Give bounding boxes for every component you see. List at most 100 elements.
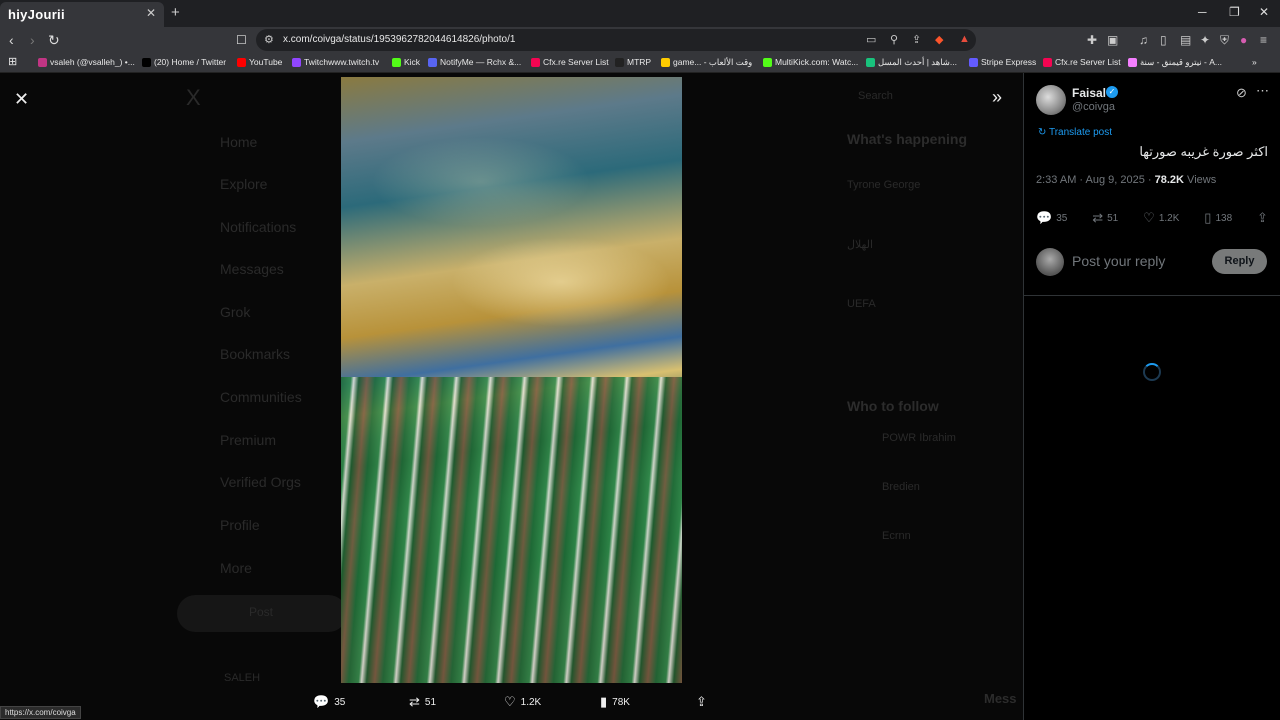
wallet-icon[interactable]: ▤ [1180, 33, 1191, 47]
bookmark-item[interactable]: game... - وقت الألعاب [661, 57, 752, 68]
reply-count: 35 [1056, 212, 1068, 224]
bookmark-favicon-icon [38, 57, 47, 67]
bookmark-item[interactable]: Twitchwww.twitch.tv [292, 57, 379, 67]
bg-nav-notifications: Notifications [220, 219, 297, 235]
bg-nav-communities: Communities [220, 389, 302, 405]
author-handle[interactable]: @coivga [1072, 101, 1115, 113]
grok-icon[interactable]: ⊘ [1236, 85, 1247, 101]
brave-shield-icon[interactable]: ◆ [935, 33, 943, 46]
media-repost-button[interactable]: ⇄ 51 [409, 693, 436, 711]
bookmark-item[interactable]: نيترو قيمنق - سنة - A... [1128, 57, 1222, 68]
back-icon[interactable]: ‹ [9, 32, 14, 48]
bookmark-item[interactable]: MTRP [615, 57, 651, 67]
bookmark-item[interactable]: Stripe Express [969, 57, 1036, 67]
share-icon: ⇪ [696, 694, 707, 709]
loading-spinner-icon [1143, 363, 1161, 381]
bookmark-item[interactable]: Cfx.re Server List [531, 57, 609, 67]
tweet-time[interactable]: 2:33 AM · Aug 9, 2025 · [1036, 174, 1155, 186]
bookmark-favicon-icon [1043, 57, 1052, 67]
like-count: 1.2K [1158, 212, 1180, 224]
share-icon: ⇪ [1257, 210, 1268, 225]
bookmark-label: نيترو قيمنق - سنة - A... [1140, 57, 1222, 67]
reply-icon: 💬 [1036, 210, 1053, 225]
media-reply-button[interactable]: 💬 35 [313, 693, 345, 711]
share-icon[interactable]: ⇪ [912, 33, 921, 46]
avatar[interactable] [1036, 85, 1066, 115]
photo-highlight [371, 137, 591, 227]
media-icon[interactable]: ♫ [1139, 33, 1148, 47]
bookmark-item[interactable]: Kick [392, 57, 420, 67]
bookmarks-overflow-icon[interactable]: » [1252, 57, 1257, 67]
bg-nav-premium: Premium [220, 432, 277, 448]
bookmark-label: vsaleh (@vsalleh_) •... [50, 57, 135, 67]
bookmark-label: NotifyMe — Rchx &... [440, 57, 522, 67]
tweet-views-count: 78.2K [1154, 174, 1184, 186]
author-name[interactable]: Faisal [1072, 86, 1106, 100]
bookmark-item[interactable]: (20) Home / Twitter [142, 57, 226, 67]
browser-tab[interactable]: hiyJourii ✕ [0, 2, 164, 27]
restore-icon[interactable]: ❐ [1229, 5, 1240, 19]
bg-whats-happening: What's happening [847, 131, 967, 147]
media-like-button[interactable]: ♡ 1.2K [504, 693, 541, 711]
photo-crowd [341, 377, 682, 683]
media-views-button[interactable]: ▮ 78K [600, 693, 630, 711]
bg-nav-more: More [220, 560, 252, 576]
bookmark-favicon-icon [392, 57, 401, 67]
bookmark-favicon-icon [237, 57, 246, 67]
expand-panel-icon[interactable]: » [992, 87, 1002, 108]
bg-follow-3: Ecrnn [882, 530, 911, 542]
bookmark-item[interactable]: MultiKick.com: Watc... [763, 57, 858, 67]
bookmark-item[interactable]: NotifyMe — Rchx &... [428, 57, 521, 67]
tab-search-icon[interactable]: ▣ [1107, 33, 1118, 47]
more-icon[interactable]: ⋯ [1256, 83, 1269, 99]
photo-highlight [451, 237, 671, 327]
bookmark-item[interactable]: Cfx.re Server List [1043, 57, 1121, 67]
media-share-button[interactable]: ⇪ [696, 693, 707, 711]
share-button[interactable]: ⇪ [1257, 210, 1268, 226]
like-button[interactable]: ♡ 1.2K [1143, 210, 1179, 226]
close-media-icon[interactable]: ✕ [14, 89, 29, 110]
zoom-icon[interactable]: ⚲ [890, 33, 898, 46]
reply-submit-button[interactable]: Reply [1212, 249, 1267, 274]
reload-icon[interactable]: ↻ [48, 32, 60, 49]
extensions-icon[interactable]: ✚ [1087, 33, 1097, 47]
bookmark-page-icon[interactable]: ☐ [236, 33, 247, 47]
reply-input[interactable]: Post your reply [1072, 253, 1165, 269]
apps-icon[interactable]: ⊞ [8, 55, 17, 68]
forward-icon[interactable]: › [30, 32, 35, 48]
cast-icon[interactable]: ▭ [866, 33, 876, 46]
profile-icon[interactable]: ● [1240, 33, 1247, 47]
bg-follow-1: POWR Ibrahim [882, 432, 956, 444]
bookmark-favicon-icon [866, 58, 875, 67]
site-info-icon[interactable]: ⚙ [264, 33, 274, 46]
bg-who-to-follow: Who to follow [847, 398, 939, 414]
address-bar[interactable]: ⚙ x.com/coivga/status/195396278204461482… [256, 29, 976, 51]
views-icon: ▮ [600, 694, 608, 709]
bg-nav-bookmarks: Bookmarks [220, 346, 291, 362]
tweet-photo[interactable] [341, 77, 682, 683]
reply-button[interactable]: 💬 35 [1036, 210, 1067, 226]
translate-post-link[interactable]: ↻ Translate post [1038, 127, 1112, 138]
bookmark-item[interactable]: شاهد | أحدث المسل... [866, 57, 957, 68]
minimize-icon[interactable]: ─ [1198, 5, 1207, 19]
bg-trend-1: Tyrone George [847, 179, 921, 191]
bookmark-button[interactable]: ▯ 138 [1204, 210, 1232, 226]
bookmark-item[interactable]: vsaleh (@vsalleh_) •... [38, 57, 135, 67]
sidebar-icon[interactable]: ▯ [1160, 33, 1167, 47]
new-tab-icon[interactable]: + [171, 4, 180, 21]
media-reply-count: 35 [334, 696, 346, 708]
leo-icon[interactable]: ✦ [1200, 33, 1210, 47]
vpn-icon[interactable]: ⛨ [1220, 33, 1229, 48]
bookmark-favicon-icon [969, 57, 978, 67]
menu-icon[interactable]: ≡ [1260, 33, 1267, 47]
bg-account-name: SALEH [224, 672, 261, 684]
bookmark-label: Stripe Express [981, 57, 1037, 67]
bookmark-favicon-icon [1128, 58, 1137, 67]
bookmark-favicon-icon [615, 57, 624, 67]
tab-close-icon[interactable]: ✕ [146, 6, 156, 20]
brave-rewards-icon[interactable]: ▲ [959, 33, 970, 45]
bookmark-favicon-icon [142, 57, 151, 67]
bookmark-item[interactable]: YouTube [237, 57, 282, 67]
repost-button[interactable]: ⇄ 51 [1092, 210, 1118, 226]
window-close-icon[interactable]: ✕ [1259, 5, 1269, 19]
